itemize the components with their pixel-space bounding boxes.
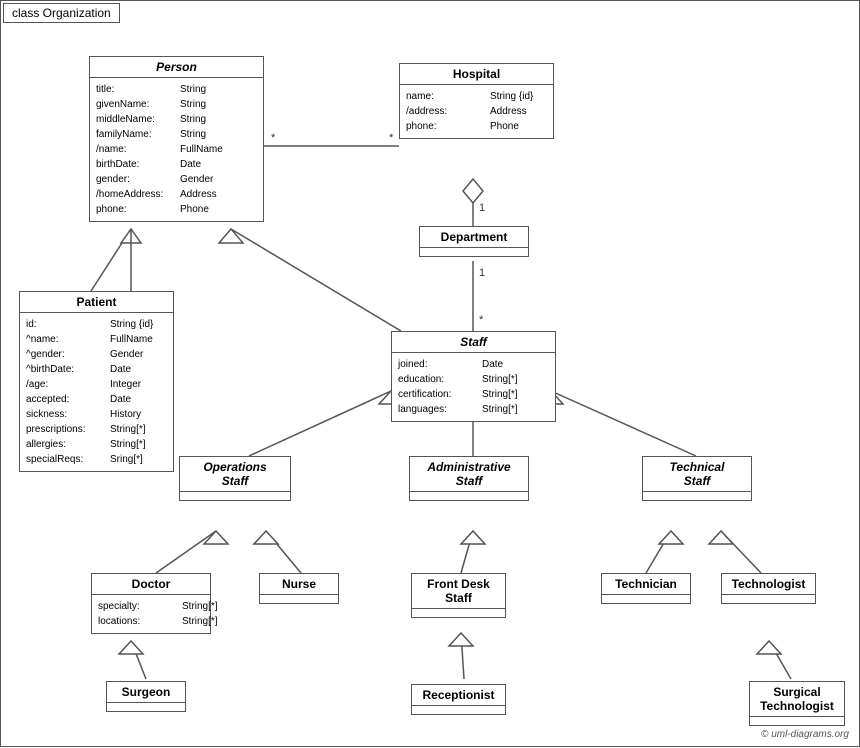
class-technical-staff-attrs	[643, 492, 751, 500]
class-person-attrs: title:String givenName:String middleName…	[90, 78, 263, 221]
copyright: © uml-diagrams.org	[761, 729, 849, 740]
class-department: Department	[419, 226, 529, 257]
svg-text:*: *	[389, 132, 394, 144]
class-staff: Staff joined:Date education:String[*] ce…	[391, 331, 556, 422]
class-hospital-name: Hospital	[400, 64, 553, 85]
class-technician: Technician	[601, 573, 691, 604]
class-surgical-technologist-name: Surgical Technologist	[750, 682, 844, 717]
class-operations-staff-attrs	[180, 492, 290, 500]
class-surgeon-attrs	[107, 703, 185, 711]
diagram-container: class Organization * * 1 * 1 *	[0, 0, 860, 747]
class-patient: Patient id:String {id} ^name:FullName ^g…	[19, 291, 174, 472]
class-nurse-name: Nurse	[260, 574, 338, 595]
class-administrative-staff-attrs	[410, 492, 528, 500]
class-receptionist-name: Receptionist	[412, 685, 505, 706]
class-person-name: Person	[90, 57, 263, 78]
class-operations-staff: Operations Staff	[179, 456, 291, 501]
class-technologist: Technologist	[721, 573, 816, 604]
class-staff-name: Staff	[392, 332, 555, 353]
class-administrative-staff: Administrative Staff	[409, 456, 529, 501]
class-doctor-name: Doctor	[92, 574, 210, 595]
class-patient-name: Patient	[20, 292, 173, 313]
class-staff-attrs: joined:Date education:String[*] certific…	[392, 353, 555, 421]
svg-text:*: *	[271, 132, 276, 144]
class-technician-name: Technician	[602, 574, 690, 595]
class-surgeon-name: Surgeon	[107, 682, 185, 703]
class-doctor: Doctor specialty:String[*] locations:Str…	[91, 573, 211, 634]
svg-text:*: *	[479, 314, 484, 326]
class-operations-staff-name: Operations Staff	[180, 457, 290, 492]
class-technician-attrs	[602, 595, 690, 603]
class-technical-staff-name: Technical Staff	[643, 457, 751, 492]
class-receptionist-attrs	[412, 706, 505, 714]
class-hospital-attrs: name:String {id} /address:Address phone:…	[400, 85, 553, 138]
class-department-attrs	[420, 248, 528, 256]
class-department-name: Department	[420, 227, 528, 248]
svg-text:1: 1	[479, 267, 485, 279]
svg-text:1: 1	[479, 202, 485, 214]
class-surgeon: Surgeon	[106, 681, 186, 712]
class-patient-attrs: id:String {id} ^name:FullName ^gender:Ge…	[20, 313, 173, 471]
class-nurse-attrs	[260, 595, 338, 603]
class-front-desk-staff-name: Front Desk Staff	[412, 574, 505, 609]
class-surgical-technologist: Surgical Technologist	[749, 681, 845, 726]
diagram-title: class Organization	[3, 3, 120, 23]
class-technologist-attrs	[722, 595, 815, 603]
class-nurse: Nurse	[259, 573, 339, 604]
class-technologist-name: Technologist	[722, 574, 815, 595]
class-doctor-attrs: specialty:String[*] locations:String[*]	[92, 595, 210, 633]
class-administrative-staff-name: Administrative Staff	[410, 457, 528, 492]
class-front-desk-staff-attrs	[412, 609, 505, 617]
class-front-desk-staff: Front Desk Staff	[411, 573, 506, 618]
class-technical-staff: Technical Staff	[642, 456, 752, 501]
class-receptionist: Receptionist	[411, 684, 506, 715]
class-surgical-technologist-attrs	[750, 717, 844, 725]
class-hospital: Hospital name:String {id} /address:Addre…	[399, 63, 554, 139]
class-person: Person title:String givenName:String mid…	[89, 56, 264, 222]
